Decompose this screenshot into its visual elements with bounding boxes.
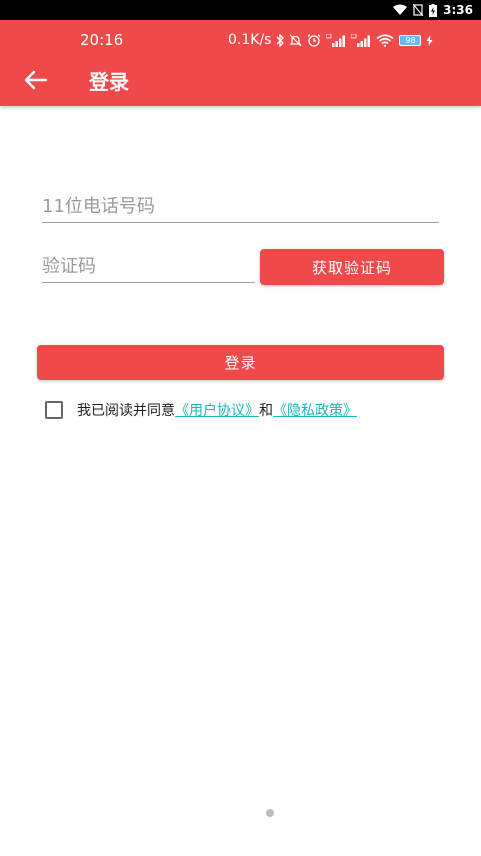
system-clock: 3:36 (443, 3, 473, 17)
wifi-status-icon (376, 33, 394, 47)
status-clock: 20:16 (80, 31, 124, 49)
agreement-checkbox[interactable] (45, 401, 63, 419)
page-title: 登录 (89, 70, 129, 94)
signal-hd-2-icon (351, 33, 371, 47)
agreement-prefix: 我已阅读并同意 (77, 403, 175, 419)
login-button[interactable]: 登录 (37, 345, 444, 380)
user-agreement-link[interactable]: 《用户协议》 (175, 400, 259, 420)
verification-code-input[interactable] (42, 251, 255, 283)
get-code-button[interactable]: 获取验证码 (260, 249, 444, 285)
wifi-icon (393, 4, 408, 15)
status-icons: 0.1K/s 98 (228, 32, 433, 48)
battery-charging-icon (429, 3, 438, 17)
battery-level: 98 (399, 34, 422, 46)
mute-bell-icon (290, 34, 302, 46)
alarm-icon (308, 33, 321, 47)
page-indicator-dot (266, 809, 274, 817)
bluetooth-icon (277, 33, 285, 47)
signal-hd-icon (326, 33, 346, 47)
phone-number-input[interactable] (42, 190, 439, 223)
no-sim-icon (413, 4, 424, 16)
app-header: 20:16 0.1K/s 98 登录 (0, 20, 481, 106)
arrow-left-icon[interactable] (22, 66, 50, 94)
charging-bolt-icon (426, 34, 433, 46)
system-status-bar: 3:36 (0, 0, 481, 20)
agreement-and: 和 (259, 403, 273, 419)
agreement-row: 我已阅读并同意 《用户协议》 和 《隐私政策》 (45, 399, 357, 421)
network-speed: 0.1K/s (228, 32, 272, 48)
privacy-policy-link[interactable]: 《隐私政策》 (273, 400, 357, 420)
system-status-icons: 3:36 (393, 2, 473, 18)
